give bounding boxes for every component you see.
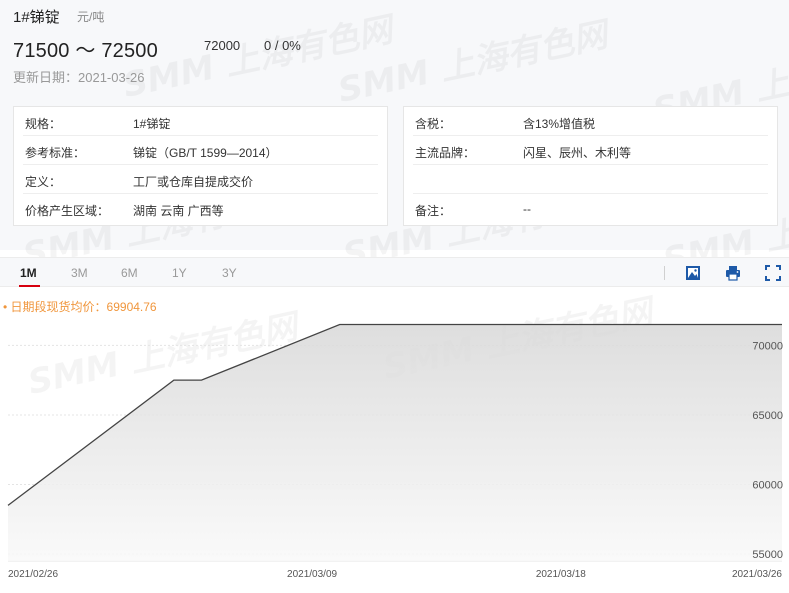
spec-value: 湖南 云南 广西等 bbox=[133, 204, 224, 218]
spec-row: 定义： 工厂或仓库自提成交价 bbox=[23, 165, 378, 194]
price-range: 71500 ～ 72500 bbox=[13, 40, 158, 62]
price-area bbox=[8, 324, 782, 561]
spec-row: 主流品牌： 闪星、辰州、木利等 bbox=[413, 136, 768, 165]
spec-label: 备注： bbox=[415, 204, 452, 218]
watermark: SMM 上海有色网 bbox=[333, 7, 611, 112]
spec-label: 规格： bbox=[25, 117, 62, 131]
y-tick-label: 55000 bbox=[752, 549, 783, 561]
y-tick-label: 60000 bbox=[752, 479, 783, 491]
update-value: 2021-03-26 bbox=[78, 70, 145, 85]
spec-value: 1#锑锭 bbox=[133, 117, 171, 131]
x-tick-label: 2021/03/09 bbox=[287, 569, 337, 580]
spec-table-right: 含税： 含13%增值税 主流品牌： 闪星、辰州、木利等 备注： -- bbox=[403, 106, 778, 226]
price-change: 0 / 0% bbox=[264, 38, 301, 53]
product-unit: 元/吨 bbox=[77, 10, 105, 24]
spec-value: 工厂或仓库自提成交价 bbox=[133, 175, 254, 189]
y-tick-label: 70000 bbox=[752, 340, 783, 352]
average-price: 72000 bbox=[204, 38, 241, 53]
spec-row: 备注： -- bbox=[413, 194, 768, 223]
x-tick-label: 2021/02/26 bbox=[8, 569, 58, 580]
spec-row bbox=[413, 165, 768, 194]
spec-label: 参考标准： bbox=[25, 146, 86, 160]
spec-row: 参考标准： 锑锭（GB/T 1599—2014） bbox=[23, 136, 378, 165]
x-tick-label: 2021/03/26 bbox=[732, 569, 782, 580]
spec-value: -- bbox=[523, 202, 531, 216]
x-tick-label: 2021/03/18 bbox=[536, 569, 586, 580]
spec-label: 价格产生区域： bbox=[25, 204, 110, 218]
spec-row: 规格： 1#锑锭 bbox=[23, 107, 378, 136]
y-tick-label: 65000 bbox=[752, 410, 783, 422]
update-label: 更新日期： bbox=[13, 70, 79, 85]
spec-label: 含税： bbox=[415, 117, 452, 131]
spec-value: 锑锭（GB/T 1599—2014） bbox=[133, 146, 278, 160]
watermark: SMM 上海有色网 bbox=[118, 2, 396, 107]
spec-label: 主流品牌： bbox=[415, 146, 476, 160]
spec-label: 定义： bbox=[25, 175, 62, 189]
update-date: 更新日期：2021-03-26 bbox=[13, 67, 145, 86]
chart-section: 1M 3M 6M 1Y 3Y • 日期段现货均价：69904.76 55000 … bbox=[0, 257, 789, 593]
product-name: 1#锑锭 bbox=[13, 9, 60, 26]
spec-value: 含13%增值税 bbox=[523, 117, 596, 131]
spec-table-left: 规格： 1#锑锭 参考标准： 锑锭（GB/T 1599—2014） 定义： 工厂… bbox=[13, 106, 388, 226]
price-chart: 55000 60000 65000 70000 2021/02/26 2021/03/09… bbox=[7, 323, 783, 580]
spec-row: 价格产生区域： 湖南 云南 广西等 bbox=[23, 194, 378, 223]
product-header: SMM 上海有色网 SMM 上海有色网 SMM 上海有色网 SMM 上海有色网 … bbox=[0, 0, 789, 281]
spec-row: 含税： 含13%增值税 bbox=[413, 107, 768, 136]
spec-value: 闪星、辰州、木利等 bbox=[523, 146, 632, 160]
